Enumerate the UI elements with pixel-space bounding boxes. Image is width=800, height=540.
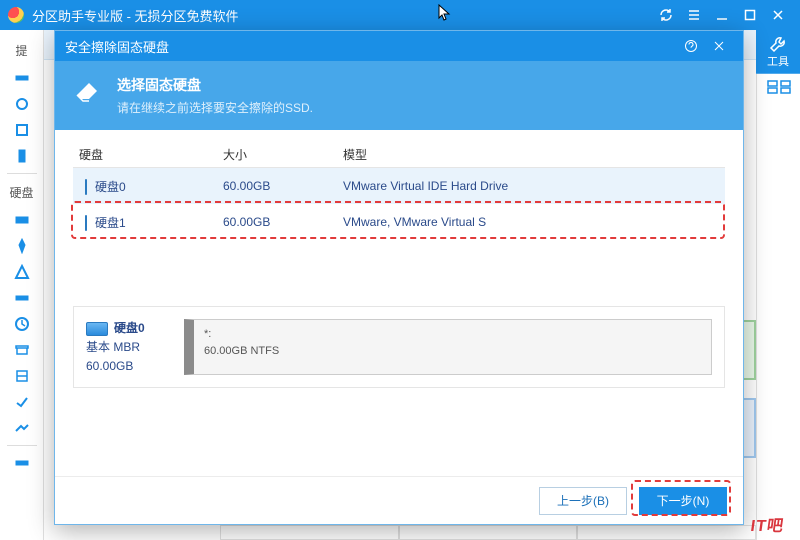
- detail-disk-type: 基本 MBR: [86, 338, 170, 357]
- table-row[interactable]: 硬盘1 60.00GB VMware, VMware Virtual S: [73, 204, 725, 240]
- menu-icon[interactable]: [680, 0, 708, 30]
- sidebar-item[interactable]: [0, 337, 44, 363]
- disk-detail-panel: 硬盘0 基本 MBR 60.00GB *: 60.00GB NTFS: [73, 306, 725, 388]
- eraser-icon: [73, 75, 103, 103]
- main-titlebar: 分区助手专业版 - 无损分区免费软件: [0, 0, 800, 30]
- sidebar-item[interactable]: [0, 311, 44, 337]
- background-status-row: [220, 525, 756, 540]
- sidebar-item[interactable]: [0, 117, 44, 143]
- sidebar-item[interactable]: [0, 389, 44, 415]
- table-row[interactable]: 硬盘0 60.00GB VMware Virtual IDE Hard Driv…: [73, 168, 725, 204]
- disk-model: VMware, VMware Virtual S: [343, 215, 725, 229]
- maximize-icon[interactable]: [736, 0, 764, 30]
- disk-icon: [85, 179, 87, 195]
- disk-icon: [85, 215, 87, 231]
- grid-view-icon[interactable]: [767, 80, 791, 94]
- dialog-header: 选择固态硬盘 请在继续之前选择要安全擦除的SSD.: [55, 61, 743, 130]
- sidebar-item[interactable]: [0, 363, 44, 389]
- dialog-heading: 选择固态硬盘: [117, 75, 313, 95]
- tools-button[interactable]: 工具: [756, 30, 800, 74]
- disk-size: 60.00GB: [223, 179, 343, 193]
- refresh-icon[interactable]: [652, 0, 680, 30]
- right-panel: [756, 74, 800, 540]
- sidebar-item[interactable]: [0, 415, 44, 441]
- sidebar-item[interactable]: [0, 233, 44, 259]
- app-title: 分区助手专业版 - 无损分区免费软件: [32, 6, 652, 25]
- disk-model: VMware Virtual IDE Hard Drive: [343, 179, 725, 193]
- dialog-subheading: 请在继续之前选择要安全擦除的SSD.: [117, 99, 313, 116]
- detail-disk-name: 硬盘0: [114, 321, 145, 335]
- sidebar-item[interactable]: [0, 143, 44, 169]
- partition-label: *:: [204, 326, 701, 343]
- dialog-close-icon[interactable]: [705, 31, 733, 61]
- help-icon[interactable]: [677, 31, 705, 61]
- minimize-icon[interactable]: [708, 0, 736, 30]
- right-sidebar: 工具: [756, 30, 800, 540]
- sidebar-prompt-label: 提: [15, 36, 27, 65]
- left-sidebar: 提 硬盘: [0, 30, 44, 540]
- disk-size: 60.00GB: [223, 215, 343, 229]
- next-button[interactable]: 下一步(N): [639, 487, 727, 515]
- partition-info: 60.00GB NTFS: [204, 343, 701, 360]
- col-size: 大小: [223, 146, 343, 163]
- dialog-title: 安全擦除固态硬盘: [65, 37, 677, 56]
- sidebar-item[interactable]: [0, 450, 44, 476]
- col-model: 模型: [343, 146, 725, 163]
- disk-name: 硬盘1: [95, 216, 126, 230]
- col-disk: 硬盘: [73, 146, 223, 163]
- dialog-footer: 上一步(B) 下一步(N): [55, 476, 743, 524]
- table-header: 硬盘 大小 模型: [73, 142, 725, 168]
- sidebar-item[interactable]: [0, 65, 44, 91]
- app-logo-icon: [8, 7, 24, 23]
- sidebar-item[interactable]: [0, 91, 44, 117]
- dialog-body: 硬盘 大小 模型 硬盘0 60.00GB VMware Virtual IDE …: [55, 130, 743, 476]
- detail-disk-size: 60.00GB: [86, 357, 170, 376]
- ssd-erase-dialog: 安全擦除固态硬盘 选择固态硬盘 请在继续之前选择要安全擦除的SSD. 硬盘 大小…: [54, 30, 744, 525]
- partition-bar[interactable]: *: 60.00GB NTFS: [184, 319, 712, 375]
- prev-button[interactable]: 上一步(B): [539, 487, 627, 515]
- close-icon[interactable]: [764, 0, 792, 30]
- sidebar-item[interactable]: [0, 259, 44, 285]
- sidebar-item[interactable]: [0, 207, 44, 233]
- dialog-titlebar: 安全擦除固态硬盘: [55, 31, 743, 61]
- watermark: IT吧: [749, 512, 786, 536]
- disk-icon: [86, 322, 108, 336]
- sidebar-item[interactable]: [0, 285, 44, 311]
- tools-label: 工具: [767, 53, 789, 69]
- disk-name: 硬盘0: [95, 180, 126, 194]
- sidebar-section-label: 硬盘: [9, 178, 33, 207]
